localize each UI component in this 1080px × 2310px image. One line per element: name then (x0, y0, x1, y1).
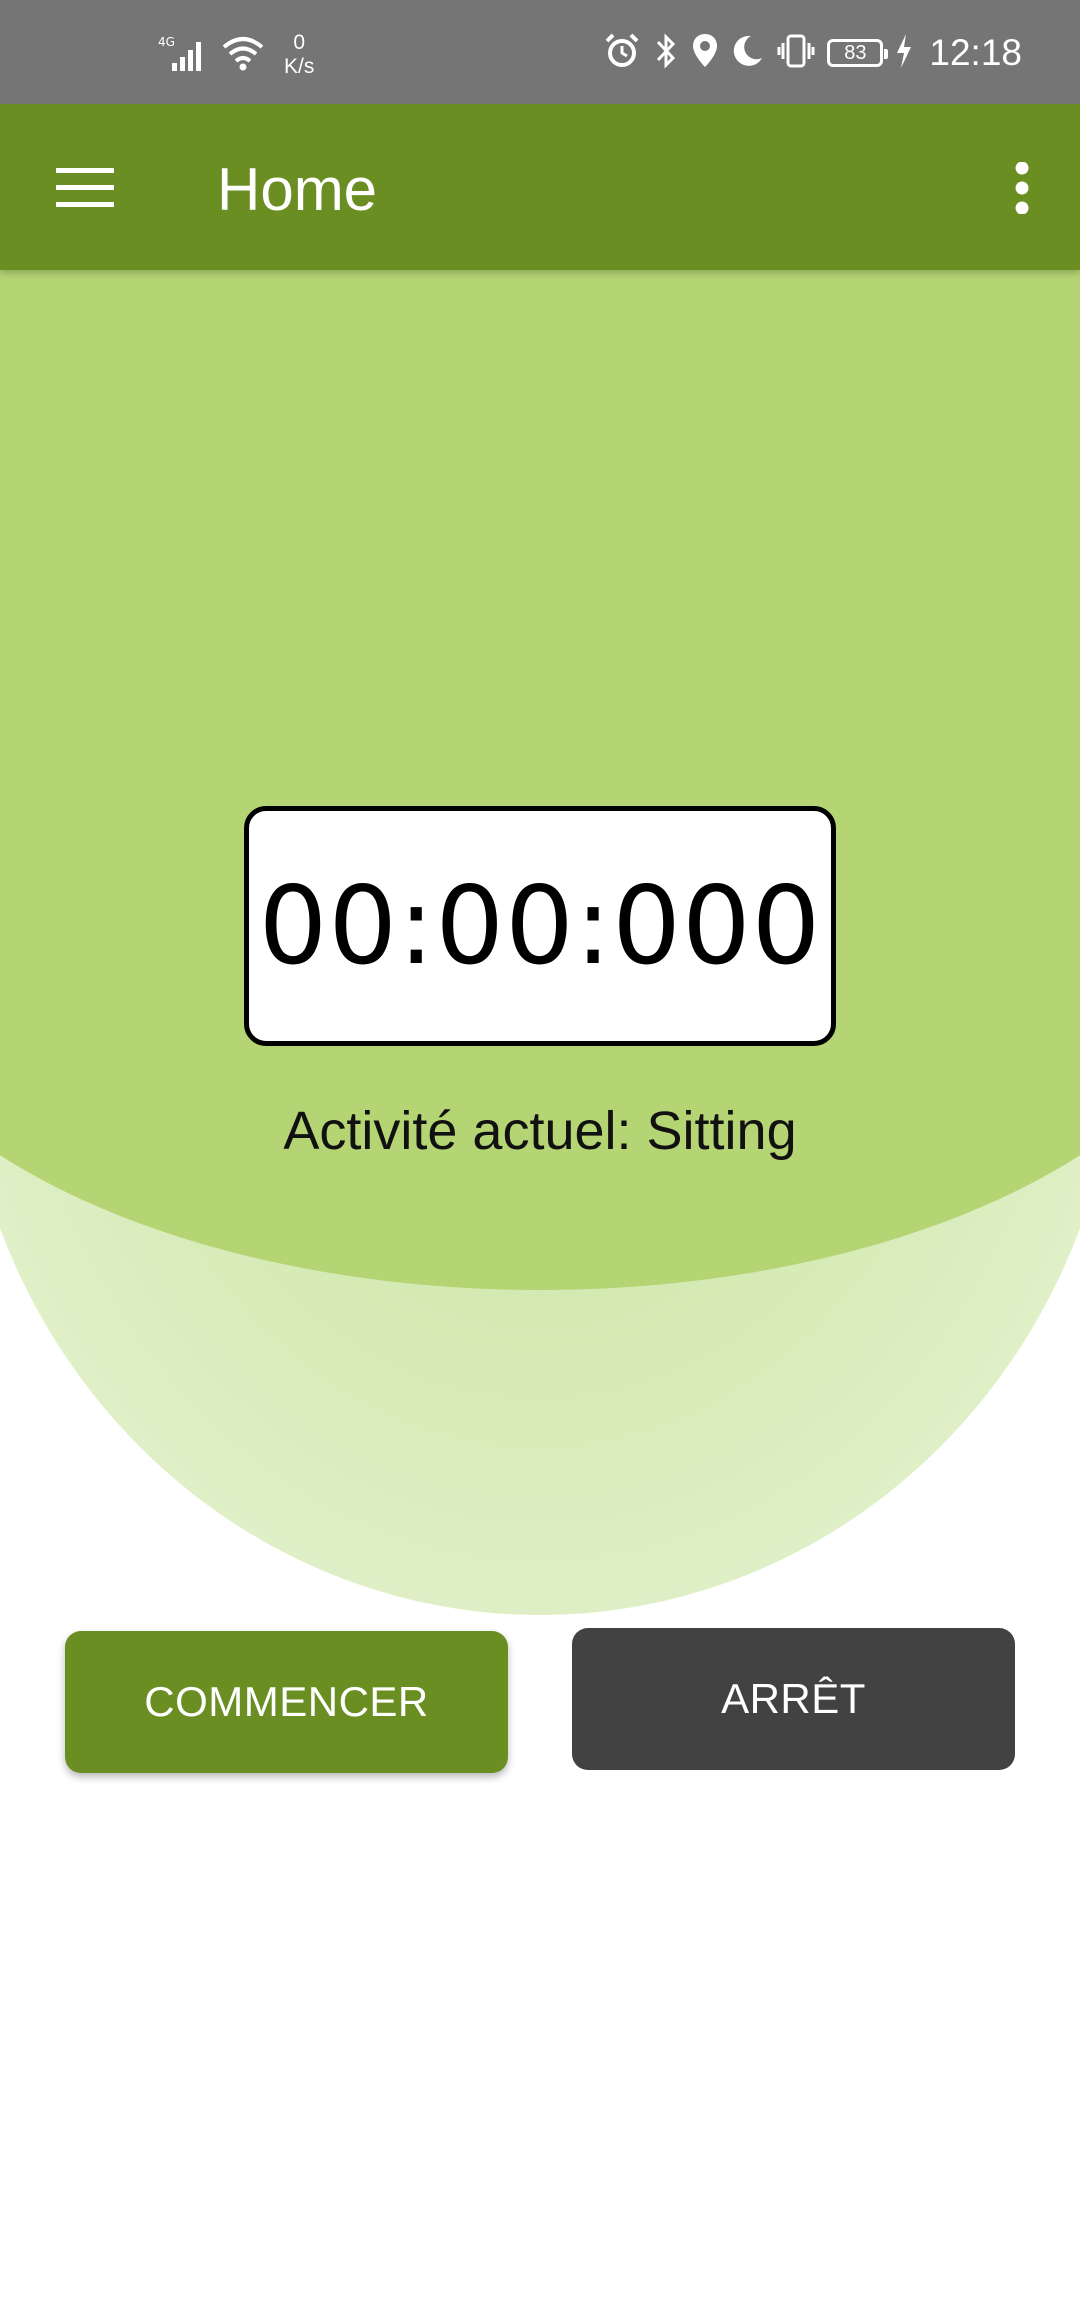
wifi-icon (220, 33, 266, 78)
signal-icon: 4G (156, 33, 208, 78)
network-speed: 0 K/s (284, 31, 314, 79)
network-speed-value: 0 (293, 31, 306, 54)
vibrate-icon (777, 32, 815, 75)
status-time: 12:18 (929, 32, 1022, 73)
status-bar-left: 4G 0 K/s (156, 30, 314, 80)
network-type-label: 4G (158, 35, 175, 49)
menu-icon (56, 168, 114, 207)
menu-button[interactable] (40, 148, 130, 228)
stop-button[interactable]: ARRÊT (572, 1628, 1015, 1770)
app-bar: Home (0, 104, 1080, 270)
more-vert-icon (1015, 162, 1029, 214)
bluetooth-icon (653, 32, 679, 75)
status-bar-right: 83 12:18 (603, 28, 1022, 78)
screen: 4G 0 K/s 83 12:18 Home 00:00:000 Activit… (0, 0, 1080, 2310)
charging-icon (895, 32, 913, 75)
stop-button-label: ARRÊT (721, 1675, 866, 1722)
status-bar: 4G 0 K/s 83 12:18 (0, 0, 1080, 104)
start-button-label: COMMENCER (144, 1678, 429, 1725)
timer-value: 00:00:000 (258, 863, 822, 989)
battery-level: 83 (844, 42, 867, 64)
location-icon (691, 32, 719, 75)
start-button[interactable]: COMMENCER (65, 1631, 508, 1773)
timer-display: 00:00:000 (244, 806, 836, 1046)
more-options-button[interactable] (982, 148, 1062, 228)
network-speed-unit: K/s (284, 55, 315, 78)
battery-icon: 83 (827, 39, 889, 67)
current-activity-label: Activité actuel: Sitting (283, 1101, 797, 1161)
alarm-icon (603, 32, 641, 75)
page-title: Home (217, 156, 378, 223)
do-not-disturb-icon (731, 32, 765, 75)
